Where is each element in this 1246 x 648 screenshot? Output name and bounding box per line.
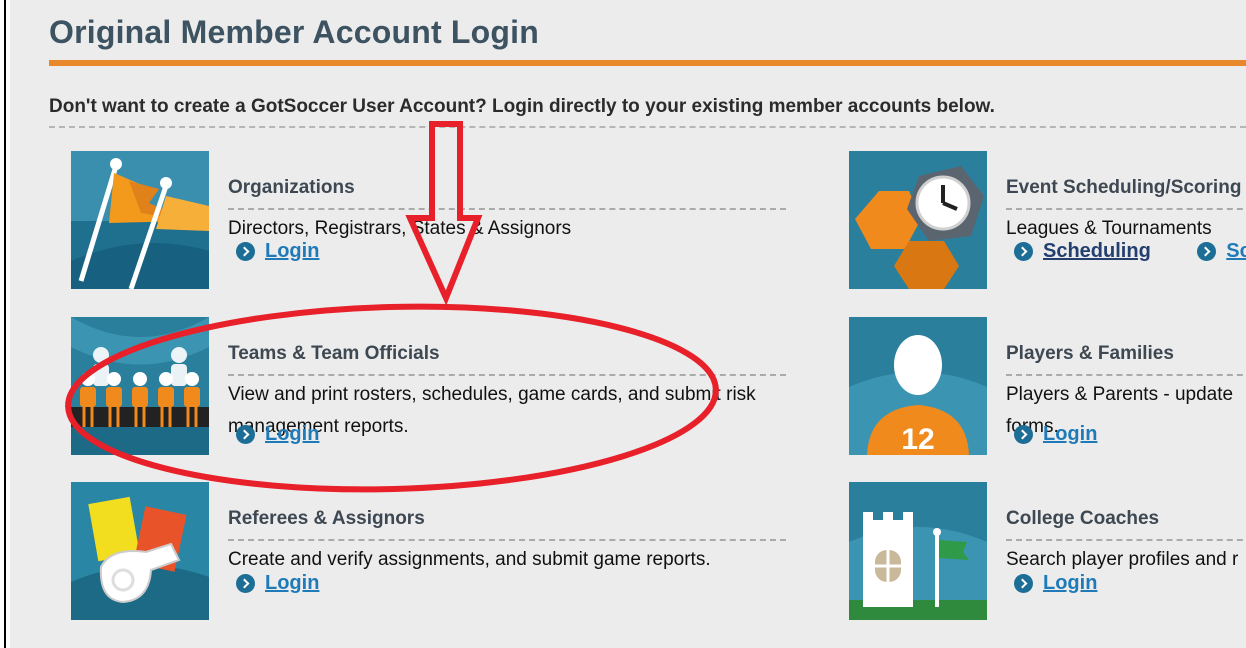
arrow-circle-icon[interactable] (1014, 574, 1033, 593)
account-links: Login (236, 572, 361, 595)
account-title: Event Scheduling/Scoring (1006, 177, 1242, 198)
arrow-circle-icon[interactable] (236, 574, 255, 593)
window-left-edge (0, 0, 10, 648)
title-divider (228, 539, 786, 541)
account-links: Login (1014, 423, 1139, 446)
account-card-college-coaches: College Coaches Search player profiles a… (849, 482, 1246, 622)
arrow-circle-icon[interactable] (236, 425, 255, 444)
title-divider (1006, 374, 1246, 376)
intro-text: Don't want to create a GotSoccer User Ac… (49, 96, 995, 117)
scoring-link[interactable]: Sc (1226, 240, 1246, 263)
login-link-item[interactable]: Login (236, 423, 319, 446)
scheduling-link-item[interactable]: Scheduling (1014, 240, 1151, 263)
account-links: Login (236, 423, 361, 446)
login-link[interactable]: Login (1043, 423, 1097, 446)
login-link[interactable]: Login (265, 240, 319, 263)
title-underline (49, 60, 1246, 66)
login-link[interactable]: Login (1043, 572, 1097, 595)
login-link[interactable]: Login (265, 572, 319, 595)
account-title: Referees & Assignors (228, 508, 425, 529)
arrow-circle-icon[interactable] (1014, 425, 1033, 444)
login-link[interactable]: Login (265, 423, 319, 446)
intro-divider (49, 126, 1246, 128)
college-tower-icon (849, 482, 987, 620)
account-links: Login (1014, 572, 1139, 595)
account-card-organizations: Organizations Directors, Registrars, Sta… (71, 151, 801, 291)
account-title: Organizations (228, 177, 355, 198)
login-link-item[interactable]: Login (1014, 423, 1097, 446)
flags-icon (71, 151, 209, 289)
whistle-cards-icon (71, 482, 209, 620)
jersey-number: 12 (901, 423, 934, 455)
scoring-link-item[interactable]: Sc (1197, 240, 1246, 263)
arrow-circle-icon[interactable] (1014, 242, 1033, 261)
arrow-circle-icon[interactable] (1197, 242, 1217, 261)
title-divider (228, 208, 786, 210)
clock-hexagon-icon (849, 151, 987, 289)
player-silhouette-icon: 12 (849, 317, 987, 455)
login-link-item[interactable]: Login (236, 240, 319, 263)
title-divider (1006, 208, 1246, 210)
account-title: Players & Families (1006, 343, 1174, 364)
arrow-circle-icon[interactable] (236, 242, 255, 261)
account-card-referees: Referees & Assignors Create and verify a… (71, 482, 801, 622)
account-card-players: 12 Players & Families Players & Parents … (849, 317, 1246, 457)
team-players-icon (71, 317, 209, 455)
account-title: Teams & Team Officials (228, 343, 440, 364)
page-title: Original Member Account Login (49, 14, 539, 50)
scheduling-link[interactable]: Scheduling (1043, 240, 1151, 263)
account-card-teams: Teams & Team Officials View and print ro… (71, 317, 801, 457)
login-link-item[interactable]: Login (236, 572, 319, 595)
title-divider (1006, 539, 1246, 541)
account-title: College Coaches (1006, 508, 1160, 529)
account-links: Login (236, 240, 361, 263)
login-link-item[interactable]: Login (1014, 572, 1097, 595)
account-card-event-scheduling: Event Scheduling/Scoring Leagues & Tourn… (849, 151, 1246, 291)
account-links: Scheduling Sc (1014, 240, 1246, 263)
title-divider (228, 374, 786, 376)
